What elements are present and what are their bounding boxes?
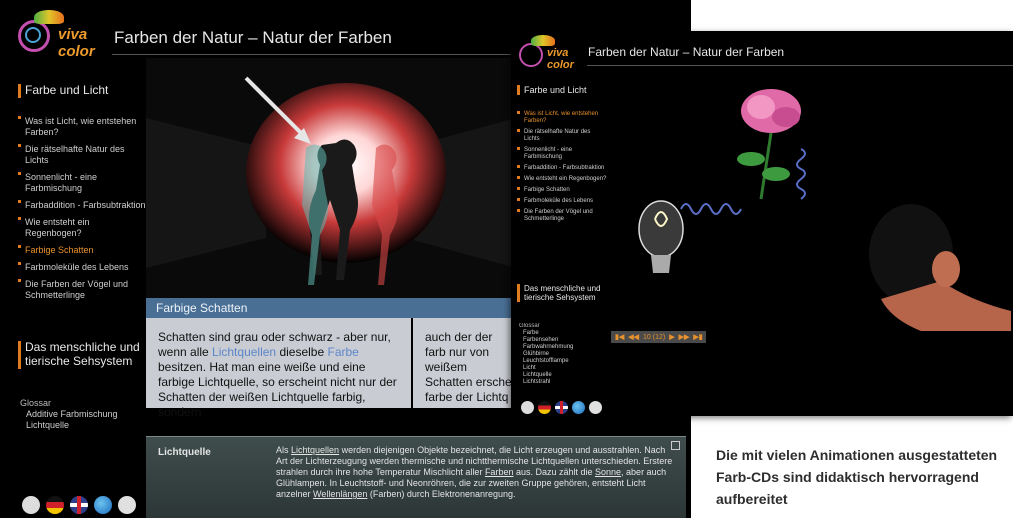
glossary-panel: Lichtquelle Als Lichtquellen werden diej… xyxy=(146,436,686,518)
glossary-item[interactable]: Farbensehen xyxy=(519,337,573,344)
nav-item[interactable]: Die Farben der Vögel und Schmetterlinge xyxy=(517,209,607,223)
link-lichtquellen[interactable]: Lichtquellen xyxy=(212,345,276,359)
last-frame-button[interactable]: ▶▮ xyxy=(693,333,702,341)
nav-item-active[interactable]: Was ist Licht, wie entstehen Farben? xyxy=(517,111,607,125)
logo-text: viva color xyxy=(58,26,95,60)
german-flag-icon[interactable] xyxy=(538,401,551,414)
glossary-item[interactable]: Lichtquelle xyxy=(20,420,118,431)
link-lichtquellen[interactable]: Lichtquellen xyxy=(291,445,339,455)
uk-flag-icon[interactable] xyxy=(70,496,88,514)
topic-nav: Was ist Licht, wie entstehen Farben? Die… xyxy=(18,116,146,301)
nav-item[interactable]: Farbaddition - Farbsubtraktion xyxy=(517,165,607,172)
second-app-window: viva color Farben der Natur – Natur der … xyxy=(511,31,1013,416)
nav-item-active[interactable]: Farbige Schatten xyxy=(18,245,146,256)
nav-item[interactable]: Wie entsteht ein Regenbogen? xyxy=(18,217,146,239)
nav-item[interactable]: Sonnenlicht - eine Farbmischung xyxy=(18,172,146,194)
frame-counter: 10 (12) xyxy=(643,333,666,341)
title-divider xyxy=(587,65,1013,66)
prev-frame-button[interactable]: ◀◀ xyxy=(628,333,639,341)
info-icon[interactable] xyxy=(22,496,40,514)
link-farben[interactable]: Farben xyxy=(485,467,514,477)
info-icon[interactable] xyxy=(521,401,534,414)
nav-item[interactable]: Sonnenlicht - eine Farbmischung xyxy=(517,147,607,161)
nav-item[interactable]: Farbaddition - Farbsubtraktion xyxy=(18,200,146,211)
glossary-item[interactable]: Lichtstrahl xyxy=(519,379,573,386)
glossary-item[interactable]: Glühbirne xyxy=(519,351,573,358)
language-bar xyxy=(521,401,602,414)
lesson-text: besitzen. Hat man eine weiße und eine fa… xyxy=(158,360,397,419)
first-frame-button[interactable]: ▮◀ xyxy=(615,333,624,341)
link-farbe[interactable]: Farbe xyxy=(327,345,358,359)
german-flag-icon[interactable] xyxy=(46,496,64,514)
link-sonne[interactable]: Sonne xyxy=(595,467,621,477)
uk-flag-icon[interactable] xyxy=(555,401,568,414)
browser-icon[interactable] xyxy=(572,401,585,414)
disc-icon[interactable] xyxy=(118,496,136,514)
disc-icon[interactable] xyxy=(589,401,602,414)
language-bar xyxy=(22,496,136,514)
section-heading-color-light[interactable]: Farbe und Licht xyxy=(517,85,612,96)
lesson-text-col1: Schatten sind grau oder schwarz - aber n… xyxy=(146,318,411,419)
glossary-item[interactable]: Licht xyxy=(519,365,573,372)
glossary-item[interactable]: Farbwahrnehmung xyxy=(519,344,573,351)
lesson-text-col2: auch der der farb nur von weißem Schatte… xyxy=(413,318,516,408)
glossary-definition: Als Lichtquellen werden diejenigen Objek… xyxy=(276,445,673,499)
glossary-item[interactable]: Lichtquelle xyxy=(519,372,573,379)
nav-item[interactable]: Farbige Schatten xyxy=(517,187,607,194)
image-caption: Die mit vielen Animationen ausgestattete… xyxy=(716,447,998,507)
animation-stage xyxy=(611,69,1013,331)
viva-color-logo: viva color xyxy=(517,33,587,71)
glossary-item[interactable]: Farbe xyxy=(519,330,573,337)
nav-item[interactable]: Die Farben der Vögel und Schmetterlinge xyxy=(18,279,146,301)
glossary-title: Glossar xyxy=(519,323,540,329)
browser-icon[interactable] xyxy=(94,496,112,514)
nav-item[interactable]: Die rätselhafte Natur des Lichts xyxy=(517,129,607,143)
glossary-term: Lichtquelle xyxy=(158,447,211,458)
glossary-item[interactable]: Leuchtstofflampe xyxy=(519,358,573,365)
logo-text: viva color xyxy=(547,47,574,71)
viva-color-logo: viva color xyxy=(14,8,106,60)
playback-controls: ▮◀ ◀◀ 10 (12) ▶ ▶▶ ▶▮ xyxy=(611,331,706,343)
glossary-item[interactable]: Additive Farbmischung xyxy=(20,409,118,420)
play-button[interactable]: ▶ xyxy=(669,333,674,341)
glossary-list: Glossar Farbe Farbensehen Farbwahrnehmun… xyxy=(519,323,573,393)
nav-item[interactable]: Farbmoleküle des Lebens xyxy=(18,262,146,273)
glossary-title: Glossar xyxy=(20,398,52,408)
section-heading-color-light[interactable]: Farbe und Licht xyxy=(18,83,140,98)
section-heading-visual-system[interactable]: Das menschliche und tierische Sehsystem xyxy=(18,340,153,369)
lesson-text: dieselbe xyxy=(276,345,328,359)
app-title: Farben der Natur – Natur der Farben xyxy=(588,45,785,59)
expand-icon[interactable] xyxy=(671,441,680,450)
link-wellenlaengen[interactable]: Wellenlängen xyxy=(313,489,367,499)
shadow-illustration xyxy=(146,58,516,298)
nav-item[interactable]: Was ist Licht, wie entstehen Farben? xyxy=(18,116,146,138)
app-title: Farben der Natur – Natur der Farben xyxy=(114,28,392,47)
nav-item[interactable]: Die rätselhafte Natur des Lichts xyxy=(18,144,146,166)
section-heading-visual-system[interactable]: Das menschliche und tierische Sehsystem xyxy=(517,284,614,303)
glossary-list: Glossar Additive Farbmischung Lichtquell… xyxy=(20,398,118,431)
next-frame-button[interactable]: ▶▶ xyxy=(679,333,690,341)
lesson-text: auch der der farb nur von weißem Schatte… xyxy=(425,330,512,404)
topic-nav: Was ist Licht, wie entstehen Farben? Die… xyxy=(517,111,607,223)
nav-item[interactable]: Farbmoleküle des Lebens xyxy=(517,198,607,205)
nav-item[interactable]: Wie entsteht ein Regenbogen? xyxy=(517,176,607,183)
topic-title-bar: Farbige Schatten xyxy=(146,298,516,318)
